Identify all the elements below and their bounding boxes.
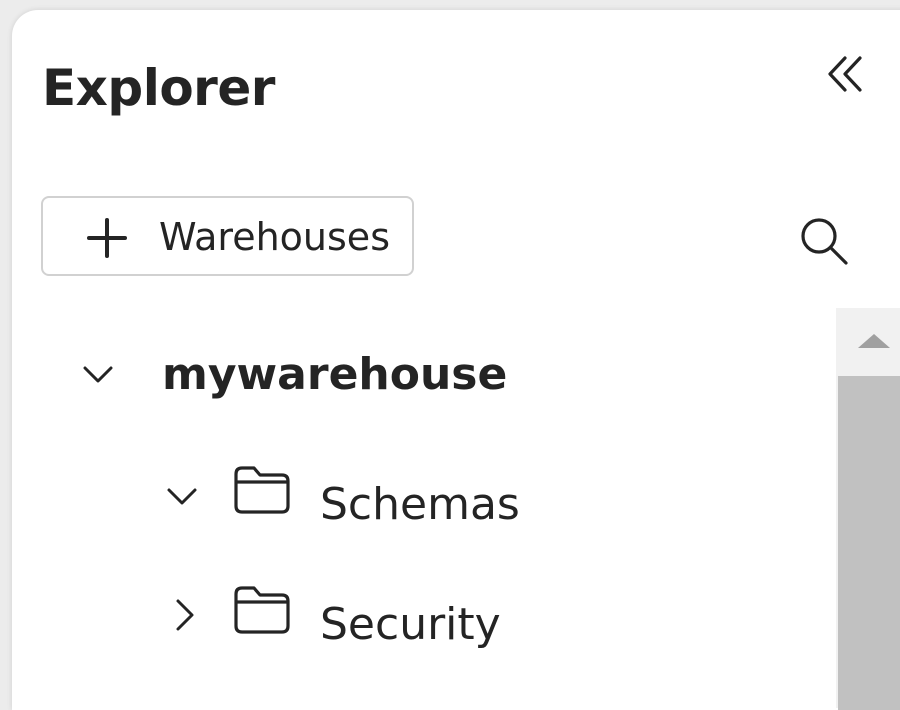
folder-icon <box>234 466 290 514</box>
tree-item-label: Schemas <box>320 479 520 530</box>
triangle-up-icon <box>858 334 890 348</box>
tree-item-security[interactable]: Security <box>162 580 762 652</box>
explorer-panel: Explorer Warehouses mywarehouse Schemas … <box>12 10 900 710</box>
scrollbar-thumb[interactable] <box>838 376 900 710</box>
chevron-down-icon[interactable] <box>166 486 198 508</box>
plus-icon <box>87 218 127 258</box>
double-chevron-left-icon <box>828 56 862 92</box>
chevron-right-icon[interactable] <box>174 598 196 632</box>
search-button[interactable] <box>794 212 854 272</box>
scroll-up-button[interactable] <box>836 308 900 374</box>
panel-title: Explorer <box>42 59 275 117</box>
tree-item-label: mywarehouse <box>162 349 508 400</box>
chevron-down-icon[interactable] <box>82 364 114 386</box>
search-icon <box>801 218 848 265</box>
tree-item-label: Security <box>320 599 501 650</box>
tree-item-schemas[interactable]: Schemas <box>162 460 762 532</box>
vertical-scrollbar[interactable] <box>836 308 900 710</box>
collapse-panel-button[interactable] <box>818 50 874 106</box>
tree-item-mywarehouse[interactable]: mywarehouse <box>72 340 772 412</box>
folder-icon <box>234 586 290 634</box>
add-warehouses-button[interactable]: Warehouses <box>41 196 414 276</box>
add-warehouses-label: Warehouses <box>159 215 390 259</box>
